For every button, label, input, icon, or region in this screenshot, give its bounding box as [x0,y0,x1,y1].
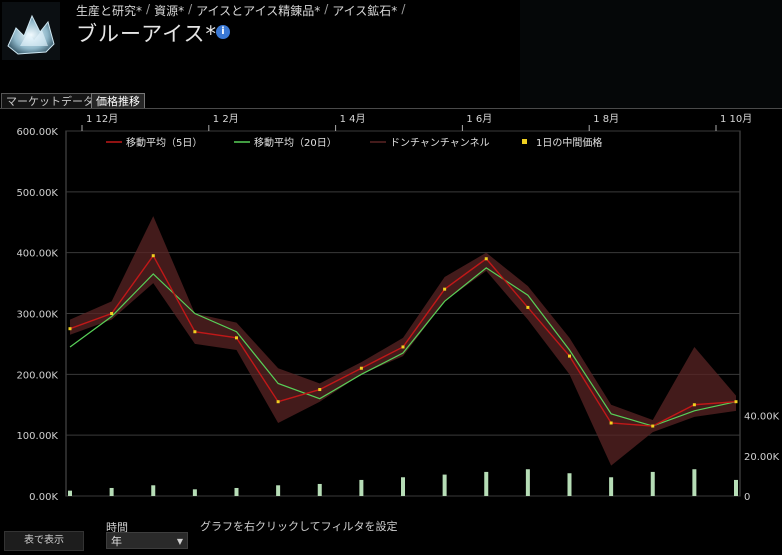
tab-market-data[interactable]: マーケットデータ [1,93,99,109]
x-tick-label: 1 6月 [466,113,492,125]
time-select-value: 年 [111,535,122,548]
legend-label: 移動平均（20日） [254,136,337,149]
median-point [359,366,363,370]
price-history-chart[interactable]: 0.00K 100.00K 200.00K 300.00K 400.00K 500.00K… [0,109,782,509]
volume-bar [151,485,156,496]
x-tick-label: 1 2月 [213,113,239,125]
volume-bar [442,474,447,496]
volume-bar [734,479,738,496]
volume-bar [692,469,697,496]
x-tick-label: 1 8月 [593,113,619,125]
y2-tick-label: 40.00K [744,412,780,423]
info-icon[interactable]: i [216,25,230,39]
median-point [734,400,738,404]
x-tick-label: 1 4月 [340,113,366,125]
median-point [651,424,655,428]
blue-ice-icon [2,2,60,60]
volume-bar [109,487,114,496]
median-point [401,345,405,349]
legend-label: 1日の中間価格 [536,136,602,149]
page-title: ブルーアイス* [76,22,217,46]
breadcrumb-item[interactable]: 生産と研究* [76,2,142,19]
y2-tick-label: 0 [744,492,750,503]
chevron-down-icon: ▼ [176,537,183,546]
volume-bar [484,471,489,496]
breadcrumb-item[interactable]: アイスとアイス精錬品* [196,2,320,19]
volume-bar [276,485,281,496]
y-tick-label: 100.00K [16,431,58,442]
breadcrumb-item[interactable]: アイス鉱石* [332,2,397,19]
volume-bar [567,473,572,496]
y-tick-label: 200.00K [16,370,58,381]
volume-bar [68,490,72,496]
median-point [193,330,197,334]
median-point [68,327,72,331]
median-point [443,287,447,291]
x-tick-label: 1 10月 [720,113,752,125]
median-point [526,305,530,309]
volume-bar [359,479,364,496]
median-point [692,403,696,407]
median-point [276,400,280,404]
volume-bar [525,469,530,496]
legend-swatch [522,139,527,144]
volume-bar [401,477,405,496]
breadcrumb-separator: / [324,2,329,16]
volume-bar [234,487,239,496]
time-select[interactable]: 年 ▼ [106,532,188,549]
volume-bar [609,477,614,496]
y-tick-label: 600.00K [16,127,58,138]
y-tick-label: 300.00K [16,310,58,321]
volume-bar [317,483,322,496]
median-point [318,388,322,392]
median-point [484,257,488,261]
tab-price-history[interactable]: 価格推移 [91,93,145,109]
y2-tick-label: 20.00K [744,452,780,463]
breadcrumb-item[interactable]: 資源* [154,2,184,19]
median-point [609,421,613,425]
median-point [110,312,114,315]
breadcrumb-separator: / [401,2,406,16]
y-tick-label: 0.00K [29,492,58,503]
legend-label: ドンチャンチャンネル [390,137,490,149]
y-tick-label: 400.00K [16,249,58,260]
breadcrumb: 生産と研究* / 資源* / アイスとアイス精錬品* / アイス鉱石* / [76,2,405,19]
legend-label: 移動平均（5日） [126,136,202,149]
median-point [568,354,571,358]
filter-hint: グラフを右クリックしてフィルタを設定 [200,520,398,533]
volume-bar [650,471,655,496]
breadcrumb-separator: / [188,2,193,16]
median-point [151,254,155,258]
x-tick-label: 1 12月 [86,113,118,125]
breadcrumb-separator: / [146,2,151,16]
median-point [235,336,238,340]
y-tick-label: 500.00K [16,188,58,199]
show-table-button[interactable]: 表で表示 [4,531,84,551]
volume-bar [192,489,197,496]
